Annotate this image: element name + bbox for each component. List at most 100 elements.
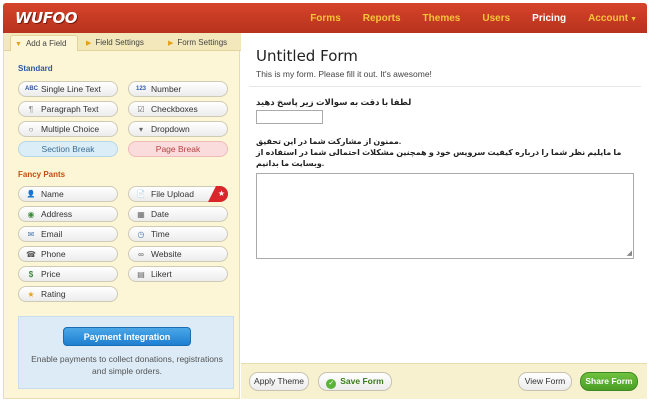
checkboxes-button[interactable]: ☑ Checkboxes	[128, 101, 228, 117]
main-nav: Forms Reports Themes Users Pricing Accou…	[288, 3, 637, 33]
divider	[249, 86, 641, 87]
field-label: Paragraph Text	[41, 104, 99, 114]
standard-section-title: Standard	[18, 64, 53, 73]
tab-arrow-icon: ▼	[15, 41, 22, 48]
calendar-icon: ▦	[137, 210, 145, 219]
dropdown-button[interactable]: ▾ Dropdown	[128, 121, 228, 137]
field-label: Website	[151, 249, 182, 259]
field-label: Name	[41, 189, 64, 199]
field-label: Date	[151, 209, 169, 219]
tab-label: Form Settings	[177, 38, 228, 47]
date-button[interactable]: ▦ Date	[128, 206, 228, 222]
tab-label: Add a Field	[25, 39, 67, 48]
question-2-textarea[interactable]: ◢	[256, 173, 634, 259]
email-button[interactable]: ✉ Email	[18, 226, 118, 242]
phone-button[interactable]: ☎ Phone	[18, 246, 118, 262]
field-label: Number	[151, 84, 182, 94]
file-upload-icon: 📄	[136, 191, 146, 198]
save-form-button[interactable]: ✓ Save Form	[318, 372, 392, 391]
payment-description: Enable payments to collect donations, re…	[31, 354, 223, 376]
website-button[interactable]: ∞ Website	[128, 246, 228, 262]
question-2-line-3: وبسایت ما بدانیم.	[256, 159, 325, 168]
form-description[interactable]: This is my form. Please fill it out. It'…	[256, 69, 432, 79]
share-form-button[interactable]: Share Form	[580, 372, 638, 391]
multiple-choice-button[interactable]: ○ Multiple Choice	[18, 121, 118, 137]
question-2-line-2: ما مایلیم نظر شما را درباره کیفیت سرویس …	[256, 148, 622, 157]
tab-arrow-icon: ▶	[86, 40, 92, 47]
abc-icon: ABC	[25, 86, 38, 92]
nav-reports[interactable]: Reports	[363, 13, 401, 24]
field-label: Address	[41, 209, 73, 219]
tab-arrow-icon: ▶	[168, 40, 174, 47]
payment-integration-box: Payment Integration Enable payments to c…	[18, 316, 234, 389]
clock-icon: ◷	[137, 230, 145, 239]
field-palette-panel: ▼ Add a Field ▶ Field Settings ▶ Form Setti…	[3, 33, 241, 399]
name-field-button[interactable]: 👤 Name	[18, 186, 118, 202]
field-label: Checkboxes	[151, 104, 198, 114]
field-label: Dropdown	[151, 124, 190, 134]
field-label: Likert	[151, 269, 172, 279]
tab-add-field[interactable]: ▼ Add a Field	[10, 35, 78, 51]
page-break-button[interactable]: Page Break	[128, 141, 228, 157]
nav-themes[interactable]: Themes	[423, 13, 461, 24]
number-button[interactable]: 123 Number	[128, 81, 228, 97]
paragraph-text-button[interactable]: ¶ Paragraph Text	[18, 101, 118, 117]
star-icon: ★	[27, 290, 35, 299]
person-icon: 👤	[26, 191, 36, 198]
nav-account[interactable]: Account ▼	[588, 13, 637, 24]
field-label: Time	[151, 229, 170, 239]
file-upload-button[interactable]: 📄 File Upload ★	[128, 186, 228, 202]
save-form-label: Save Form	[340, 376, 384, 386]
tab-field-settings[interactable]: ▶ Field Settings	[82, 35, 162, 51]
question-2-line-1: ممنون از مشارکت شما در این تحقیق.	[256, 137, 402, 146]
section-break-button[interactable]: Section Break	[18, 141, 118, 157]
nav-account-label: Account	[588, 12, 629, 24]
globe-icon: ◉	[27, 210, 35, 219]
likert-button[interactable]: ▤ Likert	[128, 266, 228, 282]
question-1-label[interactable]: لطفا با دقت به سوالات زیر پاسخ دهید	[256, 97, 411, 108]
tab-label: Field Settings	[95, 38, 144, 47]
chevron-down-icon: ▼	[630, 15, 637, 23]
price-button[interactable]: $ Price	[18, 266, 118, 282]
panel-tabs: ▼ Add a Field ▶ Field Settings ▶ Form Setti…	[4, 33, 241, 51]
payment-integration-button[interactable]: Payment Integration	[63, 327, 191, 346]
form-preview: Untitled Form This is my form. Please fi…	[241, 33, 647, 363]
form-title[interactable]: Untitled Form	[256, 47, 358, 65]
address-button[interactable]: ◉ Address	[18, 206, 118, 222]
tab-form-settings[interactable]: ▶ Form Settings	[164, 35, 240, 51]
premium-star-icon: ★	[208, 186, 228, 202]
field-label: File Upload	[151, 189, 194, 199]
field-label: Single Line Text	[41, 84, 101, 94]
email-icon: ✉	[27, 230, 35, 239]
price-icon: $	[28, 270, 34, 279]
radio-icon: ○	[28, 125, 34, 134]
question-1-input[interactable]	[256, 110, 323, 124]
time-button[interactable]: ◷ Time	[128, 226, 228, 242]
dropdown-icon: ▾	[138, 125, 143, 134]
nav-forms[interactable]: Forms	[310, 13, 341, 24]
number-icon: 123	[135, 86, 146, 92]
likert-icon: ▤	[137, 270, 145, 279]
field-label: Phone	[41, 249, 66, 259]
phone-icon: ☎	[26, 250, 36, 259]
apply-theme-button[interactable]: Apply Theme	[249, 372, 309, 391]
form-action-bar: Apply Theme ✓ Save Form View Form Share F…	[241, 363, 647, 399]
field-label: Email	[41, 229, 63, 239]
field-label: Price	[41, 269, 61, 279]
fancy-pants-section-title: Fancy Pants	[18, 170, 66, 179]
question-2-label[interactable]: ممنون از مشارکت شما در این تحقیق. ما مای…	[256, 136, 636, 169]
wufoo-logo[interactable]: WUFOO	[15, 9, 77, 27]
checkbox-icon: ☑	[137, 105, 145, 114]
resize-handle-icon[interactable]: ◢	[627, 250, 632, 257]
link-icon: ∞	[138, 250, 144, 259]
top-navbar: WUFOO Forms Reports Themes Users Pricing…	[3, 3, 647, 33]
view-form-button[interactable]: View Form	[518, 372, 572, 391]
nav-pricing[interactable]: Pricing	[532, 13, 566, 24]
field-label: Rating	[41, 289, 66, 299]
checkmark-icon: ✓	[326, 379, 337, 389]
rating-button[interactable]: ★ Rating	[18, 286, 118, 302]
paragraph-icon: ¶	[28, 105, 34, 114]
single-line-text-button[interactable]: ABC Single Line Text	[18, 81, 118, 97]
field-label: Multiple Choice	[41, 124, 100, 134]
nav-users[interactable]: Users	[482, 13, 510, 24]
